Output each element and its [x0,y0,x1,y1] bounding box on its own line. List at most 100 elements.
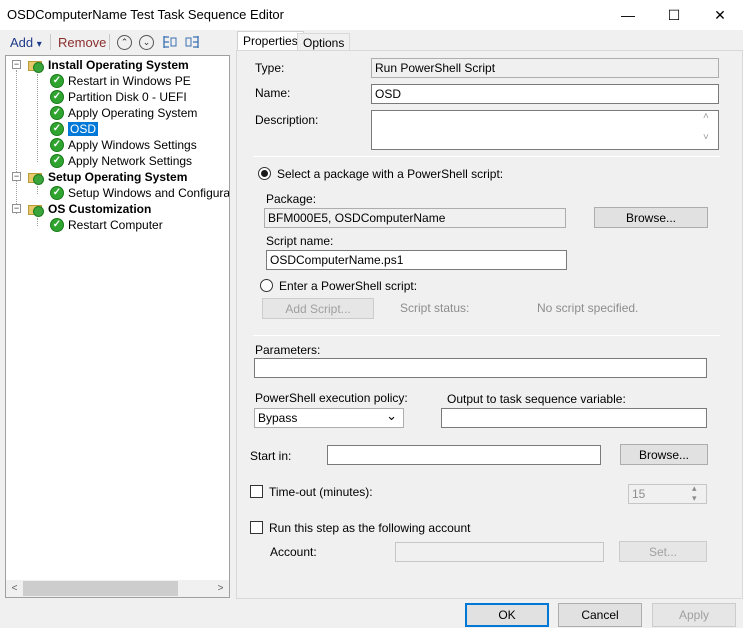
spinner-up-icon[interactable]: ▴ [692,484,697,493]
spinner-down-icon[interactable]: ▾ [692,494,697,503]
parameters-label: Parameters: [255,343,321,357]
add-menu-button[interactable]: Add ▾ [10,35,42,50]
type-field: Run PowerShell Script [371,58,719,78]
script-name-field[interactable]: OSDComputerName.ps1 [266,250,567,270]
step-label: Apply Windows Settings [68,138,197,152]
parameters-field[interactable] [254,358,707,378]
tree-step[interactable]: ✓ Restart Computer [50,217,163,233]
output-label: Output to task sequence variable: [447,392,626,406]
check-icon: ✓ [50,90,64,104]
close-button[interactable]: ✕ [697,0,743,30]
group-expander[interactable]: − [12,204,21,213]
minimize-button[interactable]: — [605,0,651,30]
close-icon: ✕ [714,6,726,23]
step-label: Apply Operating System [68,106,198,120]
tree-horizontal-scrollbar[interactable]: < > [6,580,229,597]
package-label: Package: [266,192,317,206]
group-label: Install Operating System [48,58,189,72]
outdent-icon[interactable] [184,34,200,50]
tree-line [16,70,17,214]
check-icon: ✓ [50,154,64,168]
group-label: OS Customization [48,202,152,216]
policy-label: PowerShell execution policy: [255,391,408,405]
group-folder-icon [28,170,44,185]
step-label: Restart Computer [68,218,163,232]
run-as-checkbox[interactable] [250,521,263,534]
scroll-right-icon[interactable]: > [212,580,229,597]
policy-value: Bypass [258,411,298,425]
script-status-label: Script status: [400,301,470,315]
group-expander[interactable]: − [12,60,21,69]
ok-button[interactable]: OK [465,603,549,627]
check-icon: ✓ [50,74,64,88]
start-in-field[interactable] [327,445,601,465]
remove-button[interactable]: Remove [58,35,106,50]
start-in-browse-button[interactable]: Browse... [620,444,708,465]
description-label: Description: [255,113,319,127]
package-field: BFM000E5, OSDComputerName [264,208,566,228]
step-label: Setup Windows and Configuration [68,186,230,200]
cancel-button[interactable]: Cancel [558,603,642,627]
apply-button[interactable]: Apply [652,603,736,627]
task-sequence-tree[interactable]: − Install Operating System ✓ Restart in … [5,55,230,598]
tree-group-setup-os[interactable]: Setup Operating System [28,169,187,185]
check-icon: ✓ [50,122,64,136]
enter-script-radio-label: Enter a PowerShell script: [279,279,418,293]
output-variable-field[interactable] [441,408,707,428]
separator [253,335,720,336]
step-label: Apply Network Settings [68,154,193,168]
group-expander[interactable]: − [12,172,21,181]
check-icon: ✓ [50,106,64,120]
tree-step[interactable]: ✓ Apply Network Settings [50,153,192,169]
check-icon: ✓ [50,186,64,200]
start-in-label: Start in: [250,449,292,463]
tree-step[interactable]: ✓ Setup Windows and Configuration [50,185,230,201]
separator [253,156,720,157]
run-as-label: Run this step as the following account [269,521,471,535]
toolbar-divider [50,34,51,50]
tree-step[interactable]: ✓ Apply Operating System [50,105,197,121]
enter-script-radio[interactable] [260,279,273,292]
package-radio-label: Select a package with a PowerShell scrip… [277,167,504,181]
add-script-button[interactable]: Add Script... [262,298,374,319]
timeout-label: Time-out (minutes): [269,485,373,499]
scroll-left-icon[interactable]: < [6,580,23,597]
indent-icon[interactable] [162,34,178,50]
name-label: Name: [255,86,291,100]
move-up-icon[interactable]: ⌃ [117,35,132,50]
scroll-up-icon[interactable]: ˄ [703,111,709,122]
maximize-icon: ☐ [667,6,681,23]
title-bar: OSDComputerName Test Task Sequence Edito… [0,0,743,30]
description-field[interactable] [371,110,719,150]
script-status-value: No script specified. [537,301,639,315]
package-browse-button[interactable]: Browse... [594,207,708,228]
scroll-thumb[interactable] [23,581,178,596]
tree-line [37,74,38,162]
step-label: OSD [68,122,99,136]
tree-step-selected[interactable]: ✓ OSD [50,121,99,137]
minimize-icon: — [621,7,635,23]
account-field[interactable] [395,542,604,562]
window-title: OSDComputerName Test Task Sequence Edito… [7,7,284,22]
group-folder-icon [28,58,44,73]
policy-select[interactable]: Bypass ⌄ [254,408,404,428]
step-label: Partition Disk 0 - UEFI [68,90,187,104]
timeout-checkbox[interactable] [250,485,263,498]
set-account-button[interactable]: Set... [619,541,707,562]
check-icon: ✓ [50,138,64,152]
move-down-icon[interactable]: ⌄ [139,35,154,50]
group-label: Setup Operating System [48,170,188,184]
package-radio[interactable] [258,167,271,180]
tree-step[interactable]: ✓ Restart in Windows PE [50,73,191,89]
maximize-button[interactable]: ☐ [651,0,697,30]
name-field[interactable]: OSD [371,84,719,104]
tree-group-install-os[interactable]: Install Operating System [28,57,189,73]
tree-step[interactable]: ✓ Apply Windows Settings [50,137,197,153]
toolbar-divider [109,34,110,50]
tree-step[interactable]: ✓ Partition Disk 0 - UEFI [50,89,187,105]
chevron-down-icon: ⌄ [386,408,397,423]
tree-line [37,186,38,194]
tree-line [37,218,38,226]
scroll-down-icon[interactable]: ˅ [703,132,709,143]
tree-group-os-customization[interactable]: OS Customization [28,201,151,217]
